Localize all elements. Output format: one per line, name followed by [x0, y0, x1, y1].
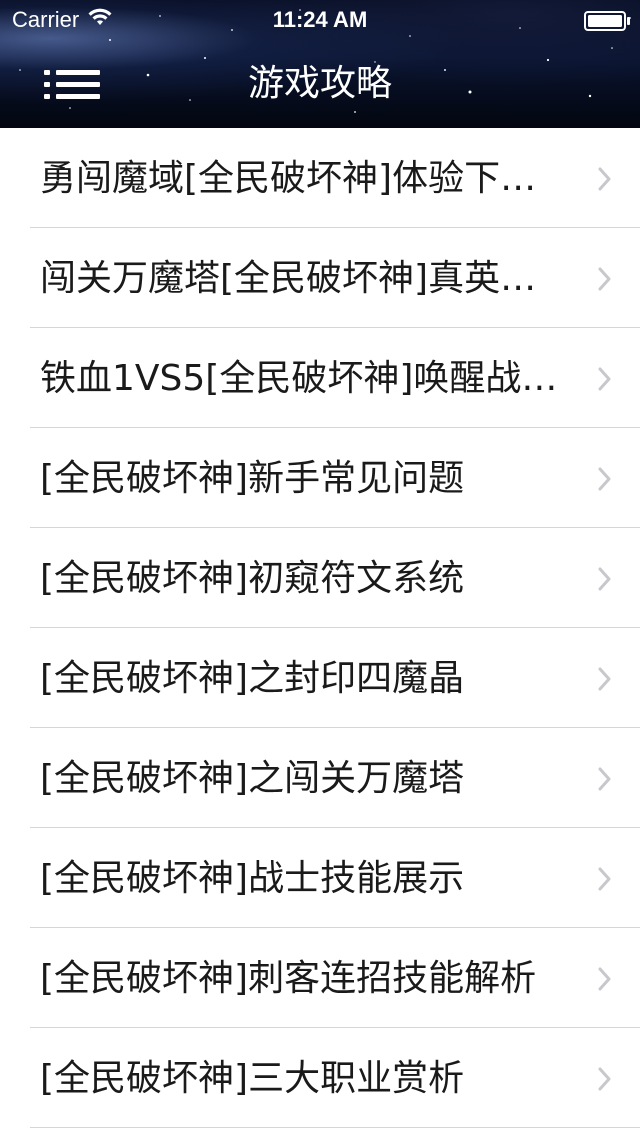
list-item[interactable]: [全民破坏神]之封印四魔晶: [0, 628, 640, 728]
chevron-right-icon: [598, 1067, 611, 1091]
list-item-label: [全民破坏神]新手常见问题: [40, 458, 465, 499]
chevron-right-icon: [598, 167, 611, 191]
list-item[interactable]: [全民破坏神]战士技能展示: [0, 828, 640, 928]
chevron-right-icon: [598, 867, 611, 891]
list-item-label: [全民破坏神]之闯关万魔塔: [40, 758, 465, 799]
list-item[interactable]: [全民破坏神]三大职业赏析: [0, 1028, 640, 1128]
list-item-label: [全民破坏神]战士技能展示: [40, 858, 465, 899]
list-item[interactable]: [全民破坏神]之闯关万魔塔: [0, 728, 640, 828]
chevron-right-icon: [598, 767, 611, 791]
list-item-label: 闯关万魔塔[全民破坏神]真英…: [40, 258, 537, 299]
list-item[interactable]: 铁血1VS5[全民破坏神]唤醒战…: [0, 328, 640, 428]
row-separator: [30, 1127, 640, 1128]
list-item-label: [全民破坏神]刺客连招技能解析: [40, 958, 537, 999]
list-item[interactable]: [全民破坏神]初窥符文系统: [0, 528, 640, 628]
list-item[interactable]: [全民破坏神]新手常见问题: [0, 428, 640, 528]
list-item[interactable]: 闯关万魔塔[全民破坏神]真英…: [0, 228, 640, 328]
chevron-right-icon: [598, 467, 611, 491]
list-item-label: [全民破坏神]之封印四魔晶: [40, 658, 465, 699]
strategy-list: 勇闯魔域[全民破坏神]体验下… 闯关万魔塔[全民破坏神]真英… 铁血1VS5[全民破…: [0, 128, 640, 1128]
navigation-bar: 游戏攻略: [0, 40, 640, 128]
list-item-label: [全民破坏神]三大职业赏析: [40, 1058, 465, 1099]
status-bar: Carrier 11:24 AM: [0, 0, 640, 40]
header: Carrier 11:24 AM 游戏攻略: [0, 0, 640, 128]
battery-full-icon: [584, 11, 630, 31]
list-item-label: 勇闯魔域[全民破坏神]体验下…: [40, 158, 537, 199]
list-item[interactable]: 勇闯魔域[全民破坏神]体验下…: [0, 128, 640, 228]
list-item-label: [全民破坏神]初窥符文系统: [40, 558, 465, 599]
chevron-right-icon: [598, 667, 611, 691]
list-item-label: 铁血1VS5[全民破坏神]唤醒战…: [40, 358, 558, 399]
chevron-right-icon: [598, 567, 611, 591]
status-time: 11:24 AM: [272, 7, 368, 32]
page-title: 游戏攻略: [247, 63, 392, 104]
chevron-right-icon: [598, 967, 611, 991]
chevron-right-icon: [598, 267, 611, 291]
list-item[interactable]: [全民破坏神]刺客连招技能解析: [0, 928, 640, 1028]
chevron-right-icon: [598, 367, 611, 391]
